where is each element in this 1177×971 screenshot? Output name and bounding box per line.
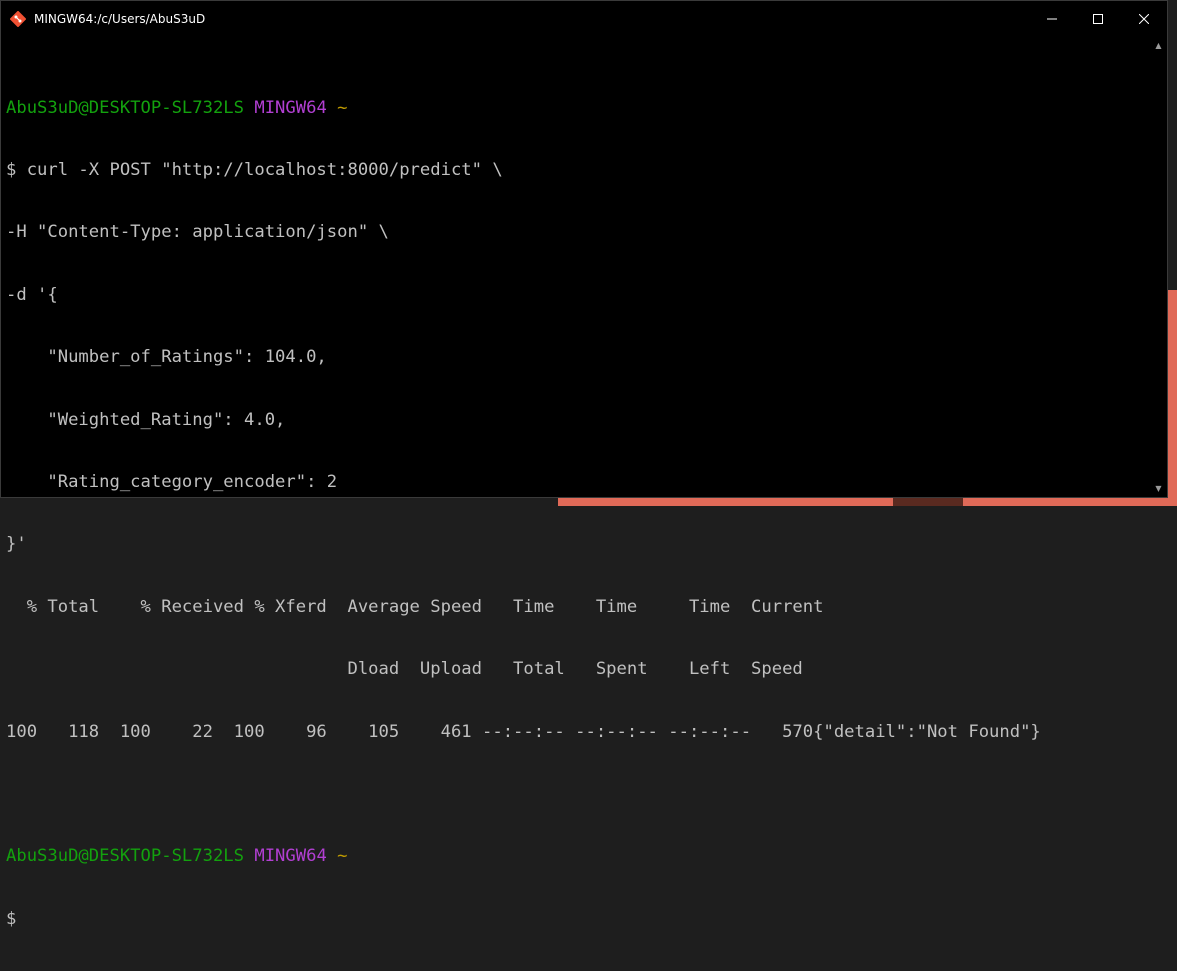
scroll-down-icon[interactable]: ▼ — [1150, 480, 1167, 497]
prompt-line: AbuS3uD@DESKTOP-SL732LS MINGW64 ~ — [6, 846, 1147, 867]
output-line: -d '{ — [6, 284, 58, 305]
prompt-line: AbuS3uD@DESKTOP-SL732LS MINGW64 ~ — [6, 98, 1147, 119]
output-line: % Total % Received % Xferd Average Speed… — [6, 596, 824, 617]
output-line: "Number_of_Ratings": 104.0, — [6, 347, 327, 368]
output-line: -H "Content-Type: application/json" \ — [6, 222, 389, 243]
output-line: "Rating_category_encoder": 2 — [6, 471, 338, 492]
output-line: }' — [6, 534, 27, 555]
prompt-user-host: AbuS3uD@DESKTOP-SL732LS — [6, 846, 244, 867]
terminal-output[interactable]: AbuS3uD@DESKTOP-SL732LS MINGW64 ~ $ curl… — [6, 56, 1147, 929]
window-title: MINGW64:/c/Users/AbuS3uD — [34, 12, 206, 26]
prompt-user-host: AbuS3uD@DESKTOP-SL732LS — [6, 97, 244, 118]
maximize-icon — [1093, 14, 1103, 24]
prompt-shell: MINGW64 — [254, 846, 327, 867]
terminal-window: MINGW64:/c/Users/AbuS3uD AbuS3uD@DESKTOP… — [0, 0, 1168, 929]
prompt-path: ~ — [337, 97, 348, 118]
vertical-scrollbar[interactable]: ▲ ▼ — [1150, 37, 1167, 497]
close-button[interactable] — [1121, 1, 1167, 37]
title-bar[interactable]: MINGW64:/c/Users/AbuS3uD — [1, 1, 1167, 37]
git-bash-icon — [9, 10, 27, 28]
prompt-path: ~ — [337, 846, 348, 867]
minimize-icon — [1047, 18, 1057, 20]
output-line: $ curl -X POST "http://localhost:8000/pr… — [6, 159, 503, 180]
close-icon — [1139, 14, 1149, 24]
minimize-button[interactable] — [1029, 1, 1075, 37]
output-line: Dload Upload Total Spent Left Speed — [6, 659, 803, 680]
input-line[interactable]: $ — [6, 909, 1147, 930]
output-line: 100 118 100 22 100 96 105 461 --:--:-- -… — [6, 721, 1041, 742]
maximize-button[interactable] — [1075, 1, 1121, 37]
prompt-shell: MINGW64 — [254, 97, 327, 118]
scroll-up-icon[interactable]: ▲ — [1150, 37, 1167, 54]
output-line: "Weighted_Rating": 4.0, — [6, 409, 286, 430]
window-controls — [1029, 1, 1167, 37]
